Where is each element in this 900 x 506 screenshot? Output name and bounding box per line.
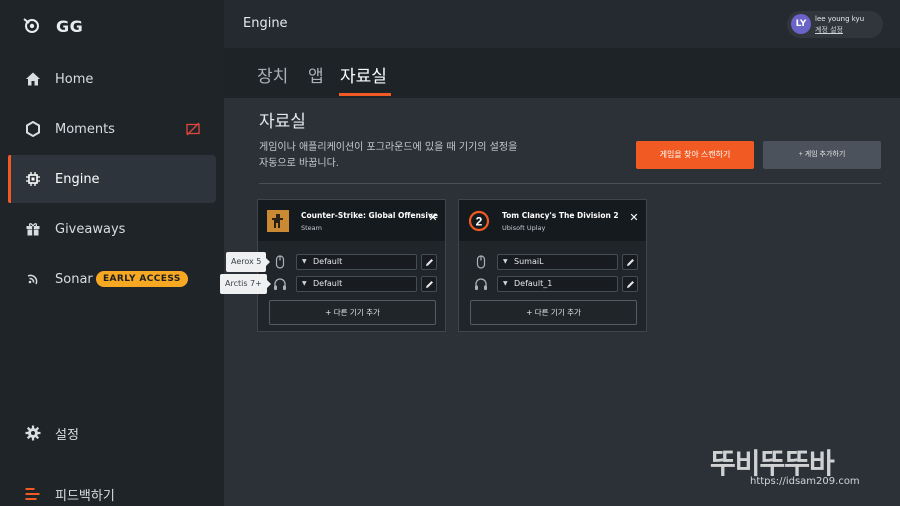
sidebar-item-moments[interactable]: Moments — [8, 105, 216, 153]
brand[interactable]: GG — [22, 14, 83, 38]
active-tab-indicator — [339, 93, 391, 96]
game-card-header: 2 Tom Clancy's The Division 2 Ubisoft Up… — [459, 200, 646, 241]
close-icon[interactable]: ✕ — [628, 212, 640, 224]
sidebar-item-label: 설정 — [55, 427, 79, 443]
sidebar-item-engine[interactable]: Engine — [8, 155, 216, 203]
edit-config-button[interactable] — [622, 276, 638, 292]
pencil-icon — [627, 259, 634, 266]
game-platform: Ubisoft Uplay — [502, 224, 546, 232]
game-platform: Steam — [301, 224, 322, 232]
config-value: Default — [313, 279, 343, 288]
game-name: Tom Clancy's The Division 2 — [502, 211, 619, 220]
sonar-icon — [24, 270, 42, 288]
feedback-icon — [24, 485, 42, 503]
tab-devices[interactable]: 장치 — [257, 62, 288, 87]
steelseries-logo-icon — [23, 18, 39, 33]
library-description-line: 자동으로 바꿉니다. — [259, 158, 339, 169]
edit-config-button[interactable] — [421, 254, 437, 270]
device-row: ▼ SumaiL — [470, 254, 638, 270]
chevron-down-icon: ▼ — [503, 280, 508, 287]
home-icon — [24, 70, 42, 88]
user-account-pill[interactable]: LY lee young kyu 계정 설정 — [787, 11, 883, 38]
device-config-select[interactable]: ▼ Default_1 — [497, 276, 618, 292]
headset-icon — [475, 278, 487, 290]
config-value: Default_1 — [514, 279, 553, 288]
game-card-division2: 2 Tom Clancy's The Division 2 Ubisoft Up… — [458, 199, 647, 332]
headset-icon — [274, 278, 286, 290]
early-access-badge: EARLY ACCESS — [96, 271, 188, 287]
svg-text:2: 2 — [476, 215, 483, 229]
pencil-icon — [426, 259, 433, 266]
mouse-icon — [275, 255, 285, 269]
chevron-down-icon: ▼ — [503, 258, 508, 265]
sidebar-item-label: Sonar — [55, 271, 93, 287]
tab-apps[interactable]: 앱 — [308, 62, 324, 87]
avatar: LY — [791, 14, 811, 34]
edit-config-button[interactable] — [622, 254, 638, 270]
page-title: Engine — [243, 16, 288, 31]
gear-icon — [24, 424, 42, 442]
watermark: 뚜비뚜뚜바 https://idsam209.com — [700, 440, 890, 498]
user-name: lee young kyu — [815, 15, 865, 23]
device-config-select[interactable]: ▼ Default — [296, 254, 417, 270]
mouse-icon — [476, 255, 486, 269]
engine-chip-icon — [24, 170, 42, 188]
game-card-csgo: Counter-Strike: Global Offensive Steam ✕… — [257, 199, 446, 332]
engine-tabs: 장치 앱 자료실 — [224, 48, 900, 98]
divider — [259, 183, 881, 184]
edit-config-button[interactable] — [421, 276, 437, 292]
pencil-icon — [627, 281, 634, 288]
sidebar-item-home[interactable]: Home — [8, 55, 216, 103]
device-config-select[interactable]: ▼ Default — [296, 276, 417, 292]
scan-games-button[interactable]: 게임을 찾아 스캔하기 — [636, 141, 754, 169]
config-value: Default — [313, 257, 343, 266]
close-icon[interactable]: ✕ — [427, 212, 439, 224]
device-tooltip: Arctis 7+ — [220, 274, 271, 294]
add-device-button[interactable]: + 다른 기기 추가 — [269, 300, 436, 325]
moments-icon — [24, 120, 42, 138]
library-description-line: 게임이나 애플리케이션이 포그라운드에 있을 때 기기의 설정을 — [259, 142, 518, 153]
sidebar-item-giveaways[interactable]: Giveaways — [8, 205, 216, 253]
device-row: ▼ Default_1 — [470, 276, 638, 292]
pencil-icon — [426, 281, 433, 288]
watermark-url: https://idsam209.com — [750, 476, 860, 487]
chevron-down-icon: ▼ — [302, 258, 307, 265]
recording-off-icon — [186, 122, 200, 136]
gift-icon — [24, 220, 42, 238]
tab-library[interactable]: 자료실 — [340, 62, 387, 87]
sidebar-item-label: Moments — [55, 121, 115, 137]
device-row: ▼ Default — [269, 276, 437, 292]
library-description: 게임이나 애플리케이션이 포그라운드에 있을 때 기기의 설정을 자동으로 바꿉… — [259, 140, 559, 172]
sidebar-item-label: Engine — [55, 171, 100, 187]
game-card-header: Counter-Strike: Global Offensive Steam ✕ — [258, 200, 445, 241]
account-settings-link[interactable]: 계정 설정 — [815, 25, 843, 35]
game-name: Counter-Strike: Global Offensive — [301, 211, 438, 220]
sidebar-item-sonar[interactable]: Sonar EARLY ACCESS — [8, 255, 216, 303]
device-tooltip: Aerox 5 — [226, 252, 271, 272]
chevron-down-icon: ▼ — [302, 280, 307, 287]
add-device-button[interactable]: + 다른 기기 추가 — [470, 300, 637, 325]
sidebar-item-label: Home — [55, 71, 94, 87]
division2-game-icon: 2 — [468, 210, 490, 232]
sidebar-item-settings[interactable]: 설정 — [8, 409, 216, 457]
library-title: 자료실 — [259, 112, 306, 132]
device-row: ▼ Default — [269, 254, 437, 270]
device-config-select[interactable]: ▼ SumaiL — [497, 254, 618, 270]
brand-name: GG — [56, 16, 84, 36]
sidebar: GG Home Moments Engine Giveaways Sonar E… — [0, 0, 224, 506]
add-game-button[interactable]: + 게임 추가하기 — [763, 141, 881, 169]
top-header: Engine LY lee young kyu 계정 설정 — [224, 0, 900, 48]
sidebar-item-label: 피드백하기 — [55, 488, 115, 504]
csgo-game-icon — [267, 210, 289, 232]
sidebar-item-label: Giveaways — [55, 221, 126, 237]
sidebar-item-feedback[interactable]: 피드백하기 — [8, 470, 216, 506]
config-value: SumaiL — [514, 257, 544, 266]
